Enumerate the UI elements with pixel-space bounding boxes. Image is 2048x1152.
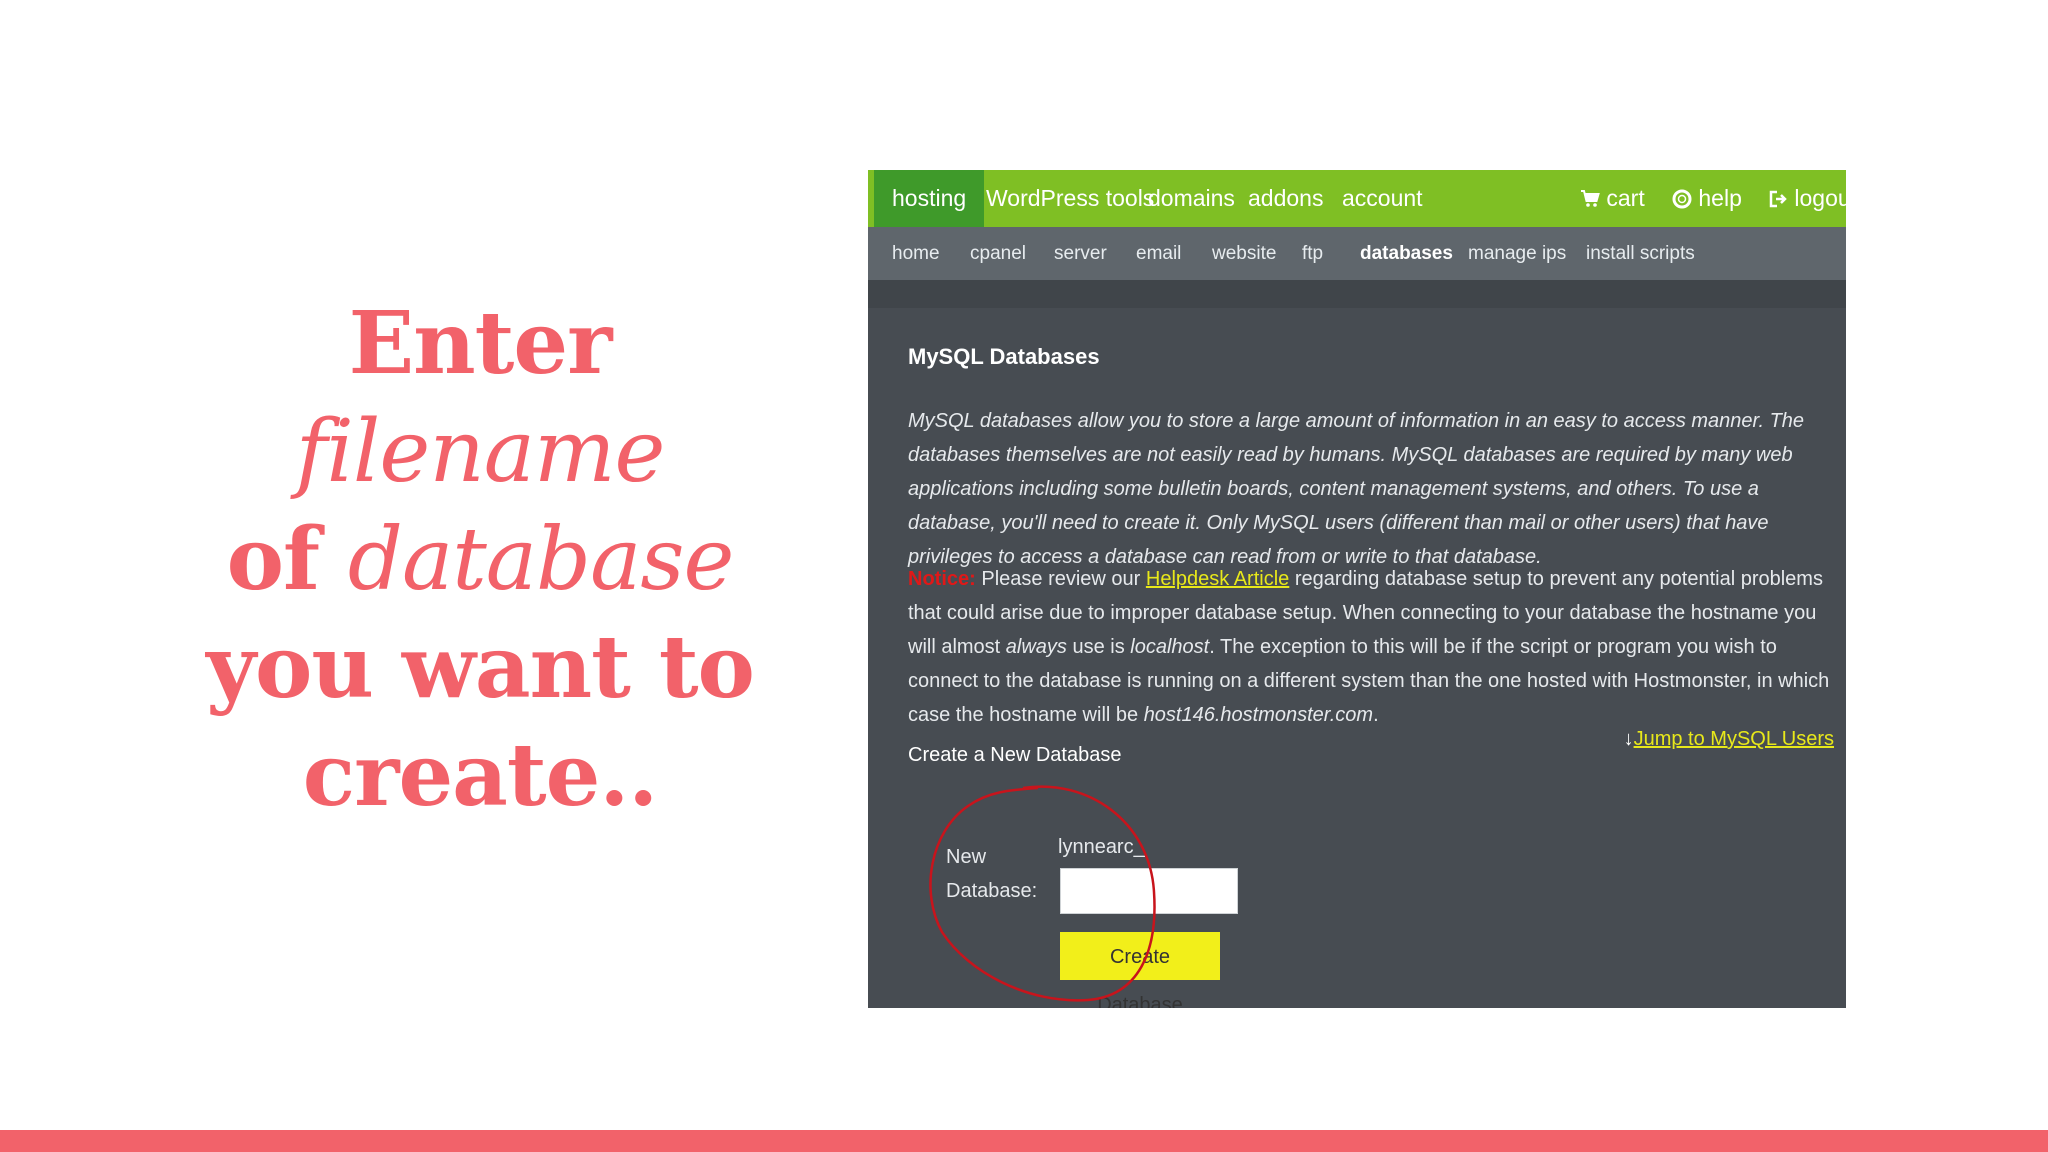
cpanel-screenshot: hosting WordPress tools domains addons a… bbox=[868, 170, 1846, 1008]
tab-hosting[interactable]: hosting bbox=[874, 170, 985, 227]
down-arrow-icon: ↓ bbox=[1623, 728, 1634, 750]
notice-paragraph: Notice: Please review our Helpdesk Artic… bbox=[908, 562, 1830, 732]
subnav-cpanel[interactable]: cpanel bbox=[970, 227, 1026, 280]
page-title: MySQL Databases bbox=[908, 344, 1100, 369]
heading-line-3a: of bbox=[226, 509, 320, 610]
main-content: MySQL Databases MySQL databases allow yo… bbox=[868, 308, 1846, 1008]
subnav-website[interactable]: website bbox=[1212, 227, 1276, 280]
heading-line-2: filename bbox=[295, 402, 666, 502]
tab-domains[interactable]: domains bbox=[1148, 170, 1235, 227]
helpdesk-article-link[interactable]: Helpdesk Article bbox=[1146, 568, 1289, 590]
tab-account[interactable]: account bbox=[1342, 170, 1423, 227]
notice-text-3: use is bbox=[1066, 636, 1131, 658]
sub-navigation: home cpanel server email website ftp dat… bbox=[868, 227, 1846, 280]
notice-hostname: host146.hostmonster.com bbox=[1143, 704, 1374, 726]
header-band bbox=[868, 280, 1846, 308]
logout-link[interactable]: logout bbox=[1768, 170, 1846, 227]
subnav-email[interactable]: email bbox=[1136, 227, 1181, 280]
notice-always: always bbox=[1005, 636, 1067, 658]
logout-icon bbox=[1769, 190, 1787, 208]
help-link[interactable]: help bbox=[1672, 170, 1742, 227]
heading-line-5: create.. bbox=[302, 725, 658, 826]
subnav-manage-ips[interactable]: manage ips bbox=[1468, 227, 1566, 280]
tab-wordpress-tools[interactable]: WordPress tools bbox=[986, 170, 1154, 227]
top-navigation: hosting WordPress tools domains addons a… bbox=[868, 170, 1846, 227]
description-text: MySQL databases allow you to store a lar… bbox=[908, 410, 1805, 568]
heading-line-1: Enter bbox=[348, 293, 613, 394]
tab-addons[interactable]: addons bbox=[1248, 170, 1323, 227]
cart-icon bbox=[1581, 190, 1600, 207]
lifebuoy-icon bbox=[1672, 189, 1692, 209]
notice-label: Notice: bbox=[908, 568, 976, 590]
subnav-home[interactable]: home bbox=[892, 227, 940, 280]
bottom-accent-bar bbox=[0, 1130, 2048, 1152]
jump-link-label[interactable]: Jump to MySQL Users bbox=[1634, 728, 1834, 750]
subnav-server[interactable]: server bbox=[1054, 227, 1107, 280]
highlight-circle bbox=[929, 785, 1156, 1002]
logout-label: logout bbox=[1794, 185, 1846, 211]
notice-text-5: . bbox=[1373, 704, 1379, 726]
help-label: help bbox=[1698, 185, 1742, 211]
cart-label: cart bbox=[1606, 185, 1645, 211]
heading-line-4: you want to bbox=[206, 617, 755, 718]
slide-heading: Enter filename of database you want to c… bbox=[150, 290, 810, 830]
create-database-heading: Create a New Database bbox=[908, 744, 1122, 766]
notice-text-1: Please review our bbox=[975, 568, 1146, 590]
jump-to-users[interactable]: ↓Jump to MySQL Users bbox=[1624, 728, 1834, 751]
subnav-install-scripts[interactable]: install scripts bbox=[1586, 227, 1695, 280]
cart-link[interactable]: cart bbox=[1580, 170, 1645, 227]
subnav-ftp[interactable]: ftp bbox=[1302, 227, 1323, 280]
heading-line-3b: database bbox=[347, 510, 735, 610]
subnav-databases[interactable]: databases bbox=[1360, 227, 1453, 280]
notice-localhost: localhost bbox=[1130, 636, 1210, 658]
